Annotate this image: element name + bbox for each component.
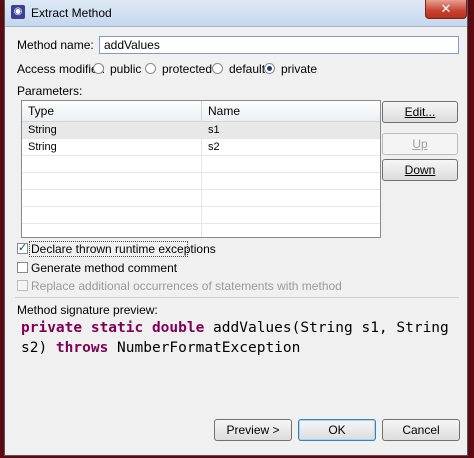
empty-row [22,156,380,173]
radio-public[interactable] [93,63,104,74]
signature-method: addValues(String s1, String [204,320,449,336]
radio-private-label[interactable]: private [281,62,317,76]
signature-preview-text: private static double addValues(String s… [21,318,461,358]
down-button[interactable]: Down [382,159,458,181]
radio-default[interactable] [212,63,223,74]
signature-line-2: s2) throws NumberFormatException [21,338,461,358]
table-row[interactable]: String s2 [22,139,380,156]
radio-default-label[interactable]: default [229,62,265,76]
preview-button[interactable]: Preview > [214,419,292,441]
method-name-label: Method name: [17,38,94,52]
radio-private[interactable] [264,63,275,74]
row-type-cell: String [28,124,57,136]
edit-button-label: Edit... [404,105,436,119]
signature-throws-keyword: throws [55,340,109,356]
extract-method-dialog: ◉ Extract Method ✕ Method name: Access m… [4,0,468,456]
eclipse-app-icon: ◉ [11,5,25,19]
edit-button[interactable]: Edit... [382,101,458,123]
parameters-label: Parameters: [17,84,83,98]
signature-preview-label: Method signature preview: [17,303,158,317]
preview-button-label: Preview > [226,423,280,437]
ok-button-label: OK [328,423,346,437]
row-name-cell: s1 [208,124,220,136]
down-button-label: Down [404,163,436,177]
signature-keywords: private static double [21,320,205,336]
cancel-button-label: Cancel [402,423,440,437]
generate-comment-checkbox[interactable] [17,262,28,273]
access-modifier-label: Access modifier: [17,62,106,76]
declare-exceptions-checkbox[interactable] [17,241,28,254]
row-type-cell: String [28,141,57,153]
title-bar[interactable]: ◉ Extract Method ✕ [5,0,467,27]
parameters-table[interactable]: Type Name String s1 String s2 [21,100,381,238]
table-row[interactable]: String s1 [22,122,380,139]
cancel-button[interactable]: Cancel [382,419,460,441]
generate-comment-label[interactable]: Generate method comment [31,261,177,275]
method-name-input[interactable] [99,36,459,54]
empty-row [22,190,380,207]
signature-param: s2) [21,340,56,356]
up-button-label: Up [412,137,428,151]
close-icon: ✕ [440,1,452,16]
signature-exception: NumberFormatException [108,340,301,356]
ok-button[interactable]: OK [298,419,376,441]
close-button[interactable]: ✕ [425,0,467,19]
empty-row [22,173,380,190]
row-name-cell: s2 [208,141,220,153]
column-header-name[interactable]: Name [202,101,240,121]
empty-row [22,207,380,224]
radio-protected-label[interactable]: protected [162,62,212,76]
column-header-type[interactable]: Type [22,101,202,121]
radio-protected[interactable] [145,63,156,74]
window-title: Extract Method [31,6,112,20]
table-header: Type Name [22,101,380,122]
replace-occurrences-checkbox[interactable] [17,280,28,291]
up-button[interactable]: Up [382,133,458,155]
signature-line-1: private static double addValues(String s… [21,318,461,338]
radio-public-label[interactable]: public [110,62,141,76]
section-separator [15,297,459,298]
replace-occurrences-label[interactable]: Replace additional occurrences of statem… [31,279,342,293]
declare-exceptions-label[interactable]: Declare thrown runtime exceptions [31,242,216,256]
